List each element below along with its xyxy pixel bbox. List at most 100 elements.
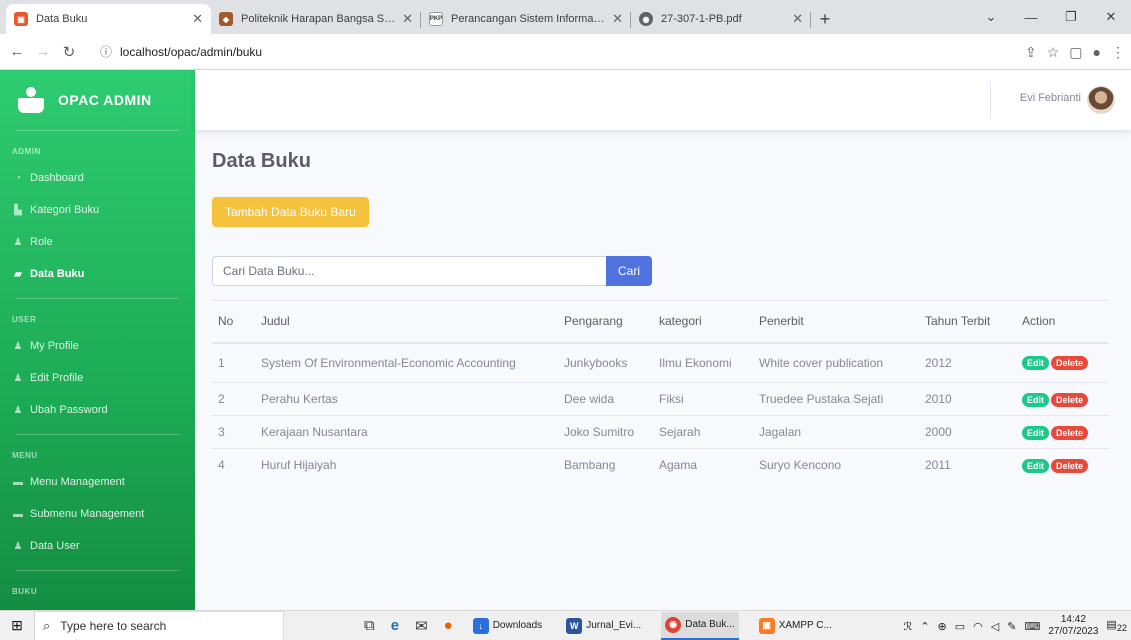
wifi-icon[interactable]: ◠	[973, 620, 983, 633]
sidebar-item-edit-profile[interactable]: ♟ Edit Profile	[0, 362, 195, 394]
tab-politeknik[interactable]: ◆ Politeknik Harapan Bangsa Surak ✕	[211, 4, 421, 34]
notification-icon[interactable]: ▤22	[1106, 618, 1127, 633]
sidebar: OPAC ADMIN ADMIN ◔ Dashboard ▙ Kategori Bu…	[0, 70, 195, 610]
sidebar-item-my-profile[interactable]: ♟ My Profile	[0, 330, 195, 362]
table-row: 4 Huruf Hijaiyah Bambang Agama Suryo Ken…	[212, 448, 1109, 482]
people-icon[interactable]: ℛ	[904, 620, 913, 633]
tab-perancangan[interactable]: PKP Perancangan Sistem Informasi Pe ✕	[421, 4, 631, 34]
table-header-row: No Judul Pengarang kategori Penerbit Tah…	[212, 300, 1109, 343]
close-window-button[interactable]: ✕	[1091, 0, 1131, 34]
url-field[interactable]: ⓘ localhost/opac/admin/buku	[90, 39, 1010, 65]
taskbar-app-downloads[interactable]: ↓ Downloads	[469, 612, 546, 640]
sidebar-item-submenu-management[interactable]: ▬ Submenu Management	[0, 498, 195, 530]
column-header-action: Action	[1016, 300, 1109, 343]
edit-button[interactable]: Edit	[1022, 425, 1049, 440]
restore-button[interactable]: ❐	[1051, 0, 1091, 34]
search-button[interactable]: Cari	[606, 256, 652, 286]
avatar[interactable]	[1087, 86, 1115, 114]
network-icon[interactable]: ⊕	[938, 620, 947, 633]
table-row: 2 Perahu Kertas Dee wida Fiksi Truedee P…	[212, 382, 1109, 416]
pen-icon[interactable]: ✎	[1007, 620, 1016, 633]
windows-start-icon[interactable]: ⊞	[0, 617, 34, 634]
cell-no: 4	[212, 448, 255, 482]
user-name[interactable]: Evi Febrianti	[1020, 92, 1081, 104]
sidebar-item-data-user[interactable]: ♟ Data User	[0, 530, 195, 562]
close-tab-icon[interactable]: ✕	[612, 11, 623, 27]
user-role-icon: ♟	[13, 236, 23, 248]
reload-icon[interactable]: ↻	[56, 43, 82, 61]
clock[interactable]: 14:42 27/07/2023	[1048, 614, 1098, 638]
table-row: 3 Kerajaan Nusantara Joko Sumitro Sejara…	[212, 415, 1109, 449]
reader-logo-icon	[18, 87, 44, 113]
brand-name: OPAC ADMIN	[58, 92, 152, 108]
menu-dots-icon[interactable]: ⋮	[1111, 44, 1125, 61]
folder-icon: ▬	[13, 476, 23, 488]
sidebar-item-label: Kategori Buku	[30, 204, 100, 216]
delete-button[interactable]: Delete	[1051, 425, 1089, 440]
close-tab-icon[interactable]: ✕	[402, 11, 413, 27]
cell-judul: System Of Environmental-Economic Account…	[255, 341, 558, 383]
column-header-penerbit: Penerbit	[753, 300, 919, 343]
share-icon[interactable]: ⇪	[1025, 44, 1037, 61]
back-icon[interactable]: ←	[4, 43, 30, 60]
sidebar-item-dashboard[interactable]: ◔ Dashboard	[0, 162, 195, 194]
column-header-tahun: Tahun Terbit	[919, 300, 1016, 343]
delete-button[interactable]: Delete	[1051, 458, 1089, 473]
edit-button[interactable]: Edit	[1022, 458, 1049, 473]
books-table: No Judul Pengarang kategori Penerbit Tah…	[212, 300, 1109, 482]
cell-action: Edit Delete	[1016, 341, 1109, 383]
section-heading-user: USER	[12, 315, 37, 324]
close-tab-icon[interactable]: ✕	[192, 11, 203, 27]
cell-tahun: 2000	[919, 415, 1016, 449]
close-tab-icon[interactable]: ✕	[792, 11, 803, 27]
cell-pengarang: Dee wida	[558, 382, 653, 416]
taskbar-search[interactable]: ⌕ Type here to search	[34, 610, 284, 640]
tab-search-icon[interactable]: ⌄	[971, 0, 1011, 34]
new-tab-button[interactable]: +	[811, 4, 839, 34]
keyboard-icon[interactable]: ⌨	[1024, 620, 1040, 633]
battery-icon[interactable]: ▭	[955, 620, 965, 633]
cell-penerbit: Jagalan	[753, 415, 919, 449]
cell-no: 1	[212, 341, 255, 383]
taskbar-app-label: Downloads	[492, 620, 543, 631]
url-text: localhost/opac/admin/buku	[120, 44, 263, 59]
delete-button[interactable]: Delete	[1051, 356, 1089, 371]
forward-icon[interactable]: →	[30, 43, 56, 60]
sidebar-item-data-buku[interactable]: ▰ Data Buku	[0, 258, 195, 290]
column-header-kategori: kategori	[653, 300, 753, 343]
profile-icon[interactable]: ●	[1093, 44, 1101, 60]
globe-favicon-icon: ◉	[639, 12, 653, 26]
cell-action: Edit Delete	[1016, 448, 1109, 482]
edit-button[interactable]: Edit	[1022, 392, 1049, 407]
edit-button[interactable]: Edit	[1022, 356, 1049, 371]
site-info-icon[interactable]: ⓘ	[100, 43, 112, 60]
tab-data-buku[interactable]: ▣ Data Buku ✕	[6, 4, 211, 34]
sidebar-item-ubah-password[interactable]: ♟ Ubah Password	[0, 394, 195, 426]
taskbar-app-chrome[interactable]: ◉ Data Buk...	[661, 611, 739, 640]
edge-icon[interactable]: e	[391, 617, 399, 634]
delete-button[interactable]: Delete	[1051, 392, 1089, 407]
section-heading-admin: ADMIN	[12, 147, 41, 156]
mail-icon[interactable]: ✉	[415, 617, 428, 635]
topbar: Evi Febrianti	[195, 70, 1131, 130]
sidebar-item-menu-management[interactable]: ▬ Menu Management	[0, 466, 195, 498]
bookmark-star-icon[interactable]: ☆	[1047, 44, 1060, 61]
search-input[interactable]	[212, 256, 606, 286]
chevron-up-icon[interactable]: ⌃	[920, 620, 929, 633]
tab-title: Data Buku	[36, 13, 88, 25]
section-heading-buku: BUKU	[12, 587, 38, 596]
sidebar-brand[interactable]: OPAC ADMIN	[0, 70, 195, 130]
volume-icon[interactable]: ◁	[991, 620, 999, 633]
sidebar-item-kategori[interactable]: ▙ Kategori Buku	[0, 194, 195, 226]
sidebar-item-role[interactable]: ♟ Role	[0, 226, 195, 258]
word-icon: W	[566, 617, 583, 634]
taskbar-app-xampp[interactable]: ▣ XAMPP C...	[755, 612, 836, 640]
add-book-button[interactable]: Tambah Data Buku Baru	[212, 197, 369, 227]
tab-pdf[interactable]: ◉ 27-307-1-PB.pdf ✕	[631, 4, 811, 34]
minimize-button[interactable]: —	[1011, 0, 1051, 34]
clock-date: 27/07/2023	[1048, 626, 1099, 637]
side-panel-icon[interactable]: ▢	[1069, 44, 1082, 61]
taskbar-app-word[interactable]: W Jurnal_Evi...	[562, 612, 645, 640]
task-view-icon[interactable]: ⧉	[364, 617, 375, 634]
firefox-icon[interactable]: ●	[444, 617, 453, 634]
